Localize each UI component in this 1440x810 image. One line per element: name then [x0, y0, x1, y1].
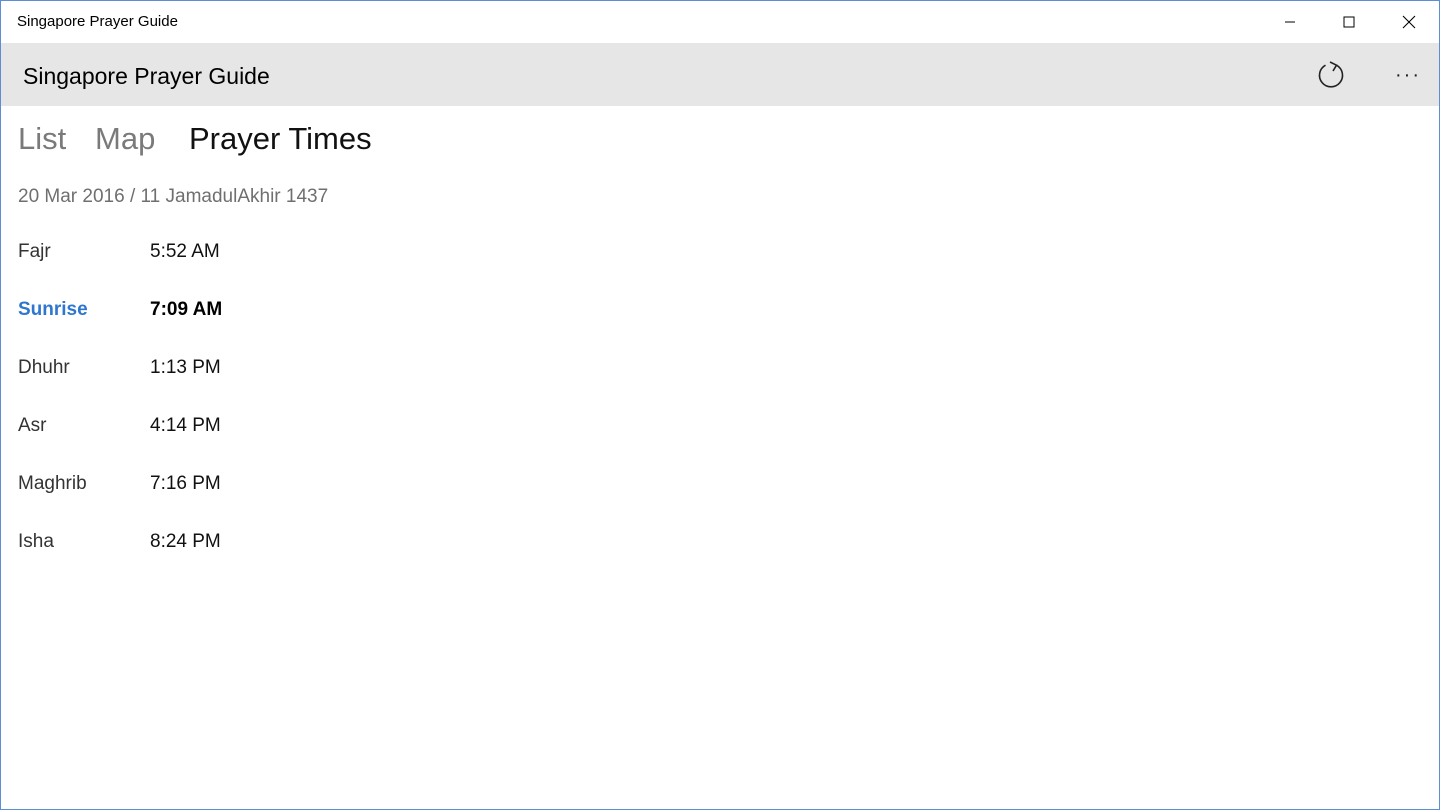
- tab-list[interactable]: List: [18, 121, 66, 157]
- app-header: Singapore Prayer Guide ···: [1, 43, 1439, 106]
- title-bar[interactable]: Singapore Prayer Guide: [1, 1, 1439, 43]
- close-button[interactable]: [1379, 1, 1439, 43]
- prayer-name: Sunrise: [18, 299, 88, 320]
- more-icon: ···: [1395, 63, 1421, 86]
- prayer-name: Isha: [18, 531, 54, 552]
- app-title: Singapore Prayer Guide: [23, 63, 270, 89]
- prayer-row-fajr: Fajr 5:52 AM: [18, 241, 418, 271]
- prayer-time: 1:13 PM: [150, 357, 221, 378]
- date-line: 20 Mar 2016 / 11 JamadulAkhir 1437: [18, 186, 329, 207]
- minimize-button[interactable]: [1260, 1, 1320, 43]
- close-icon: [1402, 15, 1416, 29]
- prayer-time: 5:52 AM: [150, 241, 220, 262]
- more-options-button[interactable]: ···: [1385, 53, 1431, 97]
- prayer-row-maghrib: Maghrib 7:16 PM: [18, 473, 418, 503]
- maximize-button[interactable]: [1319, 1, 1379, 43]
- prayer-name: Dhuhr: [18, 357, 70, 378]
- tab-prayer-times[interactable]: Prayer Times: [189, 121, 372, 157]
- minimize-icon: [1285, 21, 1295, 23]
- refresh-icon: [1318, 61, 1344, 88]
- prayer-row-sunrise: Sunrise 7:09 AM: [18, 299, 418, 329]
- app-window: Singapore Prayer Guide Singapore Prayer …: [0, 0, 1440, 810]
- prayer-name: Asr: [18, 415, 47, 436]
- prayer-row-asr: Asr 4:14 PM: [18, 415, 418, 445]
- maximize-icon: [1343, 16, 1355, 28]
- prayer-time: 7:16 PM: [150, 473, 221, 494]
- prayer-name: Fajr: [18, 241, 51, 262]
- prayer-row-dhuhr: Dhuhr 1:13 PM: [18, 357, 418, 387]
- prayer-time: 7:09 AM: [150, 299, 223, 320]
- refresh-button[interactable]: [1308, 53, 1354, 97]
- tab-map[interactable]: Map: [95, 121, 155, 157]
- prayer-time: 4:14 PM: [150, 415, 221, 436]
- window-title: Singapore Prayer Guide: [17, 13, 178, 30]
- prayer-row-isha: Isha 8:24 PM: [18, 531, 418, 561]
- prayer-name: Maghrib: [18, 473, 87, 494]
- prayer-time: 8:24 PM: [150, 531, 221, 552]
